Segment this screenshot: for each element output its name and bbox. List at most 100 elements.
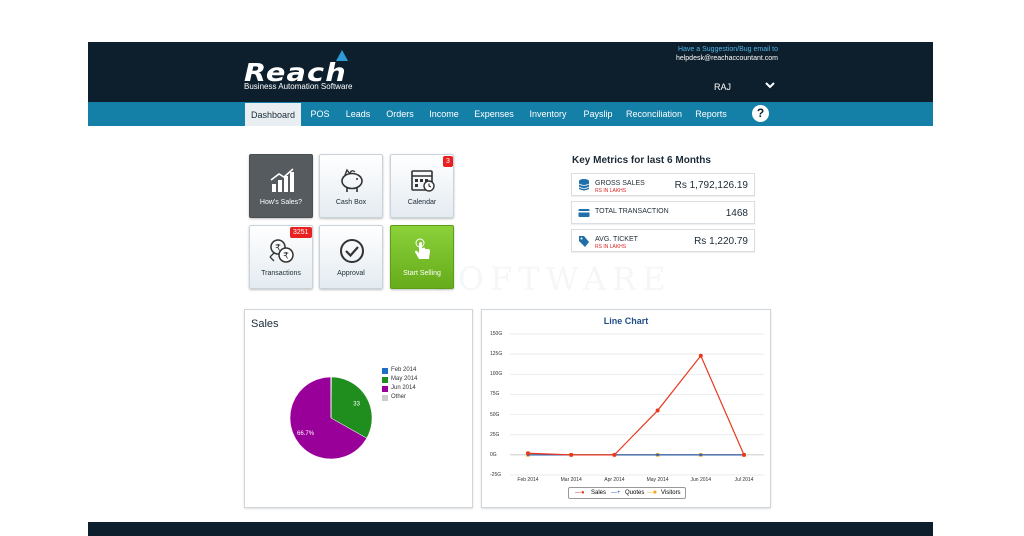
- legend-visitors-marker: —■: [647, 490, 657, 496]
- chevron-down-icon[interactable]: [764, 79, 776, 91]
- metric-sub: RS IN LAKHS: [595, 188, 627, 194]
- tile-start-selling[interactable]: Start Selling: [390, 225, 454, 289]
- metric-avg-ticket: AVG. TICKET RS IN LAKHS Rs 1,220.79: [571, 229, 755, 252]
- y-tick-label: 25G: [490, 431, 500, 438]
- nav-inventory[interactable]: Inventory: [525, 102, 571, 126]
- tile-label: Calendar: [407, 199, 437, 206]
- legend-item[interactable]: Feb 2014: [391, 367, 416, 373]
- svg-text:₹: ₹: [283, 252, 289, 262]
- metric-sub: RS IN LAKHS: [595, 244, 627, 250]
- rupee-exchange-icon: ₹ ₹: [269, 239, 294, 263]
- support-info: Have a Suggestion/Bug email to helpdesk@…: [676, 45, 778, 63]
- legend-sales: Sales: [591, 490, 607, 496]
- legend-swatch: [382, 368, 388, 374]
- nav-payslip[interactable]: Payslip: [579, 102, 617, 126]
- y-tick-label: 75G: [490, 391, 500, 398]
- tile-hows-sales[interactable]: How's Sales?: [249, 154, 313, 218]
- legend-item[interactable]: May 2014: [391, 376, 417, 382]
- legend-item[interactable]: Jun 2014: [391, 385, 416, 391]
- calendar-badge: 3: [443, 156, 453, 167]
- data-point[interactable]: [656, 453, 659, 457]
- legend-quotes-marker: —+: [611, 490, 621, 496]
- tile-cash-box[interactable]: Cash Box: [319, 154, 383, 218]
- suggestion-link[interactable]: Have a Suggestion/Bug email to: [676, 45, 778, 54]
- pie-slice-label: 66.7%: [297, 431, 315, 437]
- card-icon: [578, 209, 590, 217]
- top-header: Reach Business Automation Software Have …: [88, 42, 933, 102]
- legend-sales-marker: —●: [575, 490, 585, 496]
- sales-pie-chart: 33 66.7%: [289, 376, 373, 460]
- tile-label: How's Sales?: [259, 199, 303, 206]
- data-point[interactable]: [655, 408, 660, 413]
- tile-approval[interactable]: Approval: [319, 225, 383, 289]
- line-chart-legend: —● Sales —+ Quotes —■ Visitors: [568, 487, 686, 499]
- tile-label: Cash Box: [335, 199, 367, 206]
- check-circle-icon: [340, 239, 364, 263]
- tile-label: Start Selling: [403, 270, 441, 277]
- series-line: [527, 354, 745, 456]
- data-point[interactable]: [698, 353, 703, 358]
- y-tick-label: 0G: [490, 451, 497, 458]
- data-point[interactable]: [526, 451, 530, 456]
- legend-visitors: Visitors: [661, 490, 681, 496]
- calendar-icon: [411, 170, 435, 192]
- hand-pointer-icon: [415, 238, 430, 259]
- nav-reconciliation[interactable]: Reconciliation: [623, 102, 685, 126]
- tag-icon: [579, 236, 589, 247]
- nav-income[interactable]: Income: [426, 102, 462, 126]
- data-point[interactable]: [569, 452, 574, 457]
- data-point[interactable]: [742, 452, 746, 457]
- metric-value: 1468: [725, 208, 748, 219]
- x-tick-label: Jul 2014: [734, 477, 754, 483]
- x-tick-label: May 2014: [646, 477, 669, 483]
- app-root: Reach Business Automation Software Have …: [0, 0, 1024, 536]
- y-tick-label: 150G: [490, 331, 503, 337]
- reach-logo[interactable]: Reach Business Automation Software: [244, 50, 354, 94]
- x-tick-label: Feb 2014: [517, 477, 539, 483]
- nav-dashboard[interactable]: Dashboard: [245, 103, 301, 126]
- nav-expenses[interactable]: Expenses: [471, 102, 517, 126]
- transactions-badge: 3251: [290, 227, 312, 238]
- user-name[interactable]: RAJ: [714, 82, 731, 92]
- nav-reports[interactable]: Reports: [693, 102, 729, 126]
- y-tick-label: 50G: [490, 411, 500, 418]
- metric-label: GROSS SALES: [595, 180, 645, 187]
- legend-swatch: [382, 386, 388, 392]
- legend-item[interactable]: Other: [391, 394, 406, 400]
- y-tick-label: 100G: [490, 371, 503, 378]
- tile-label: Transactions: [261, 270, 301, 277]
- legend-swatch: [382, 377, 388, 383]
- watermark: SOFTWARE: [430, 260, 672, 298]
- metric-value: Rs 1,220.79: [694, 236, 748, 247]
- bar-chart-icon: [270, 168, 294, 192]
- metric-label: TOTAL TRANSACTION: [595, 208, 669, 215]
- nav-leads[interactable]: Leads: [342, 102, 374, 126]
- piggy-bank-icon: [341, 168, 363, 192]
- metric-label: AVG. TICKET: [595, 236, 638, 243]
- pie-slice-label: 33: [353, 401, 360, 407]
- tile-label: Approval: [337, 270, 365, 277]
- sales-panel: Sales 33 66.7% Feb 2014 May 2014 Jun 2014 Ot…: [244, 309, 473, 508]
- legend-swatch: [382, 395, 388, 401]
- x-tick-label: Mar 2014: [560, 477, 582, 483]
- y-tick-label: -25G: [490, 472, 502, 478]
- help-icon[interactable]: ?: [752, 105, 769, 122]
- support-email[interactable]: helpdesk@reachaccountant.com: [676, 54, 778, 63]
- line-chart-panel: Line Chart 150G 125G 100G 75G 50G 25G 0G -25G Fe…: [481, 309, 771, 508]
- legend-quotes: Quotes: [625, 490, 645, 496]
- x-tick-label: Jun 2014: [690, 477, 712, 483]
- main-nav: Dashboard POS Leads Orders Income Expens…: [88, 102, 933, 126]
- metric-value: Rs 1,792,126.19: [674, 180, 748, 191]
- x-tick-label: Apr 2014: [604, 477, 625, 483]
- nav-pos[interactable]: POS: [306, 102, 334, 126]
- logo-subtitle: Business Automation Software: [244, 82, 353, 91]
- key-metrics-title: Key Metrics for last 6 Months: [572, 155, 711, 166]
- y-tick-label: 125G: [490, 351, 503, 358]
- metric-gross-sales: GROSS SALES RS IN LAKHS Rs 1,792,126.19: [571, 173, 755, 196]
- nav-orders[interactable]: Orders: [383, 102, 417, 126]
- data-point[interactable]: [612, 452, 617, 457]
- data-point[interactable]: [699, 453, 702, 457]
- footer-bar: [88, 522, 933, 536]
- coins-icon: [578, 179, 590, 191]
- metric-total-transaction: TOTAL TRANSACTION 1468: [571, 201, 755, 224]
